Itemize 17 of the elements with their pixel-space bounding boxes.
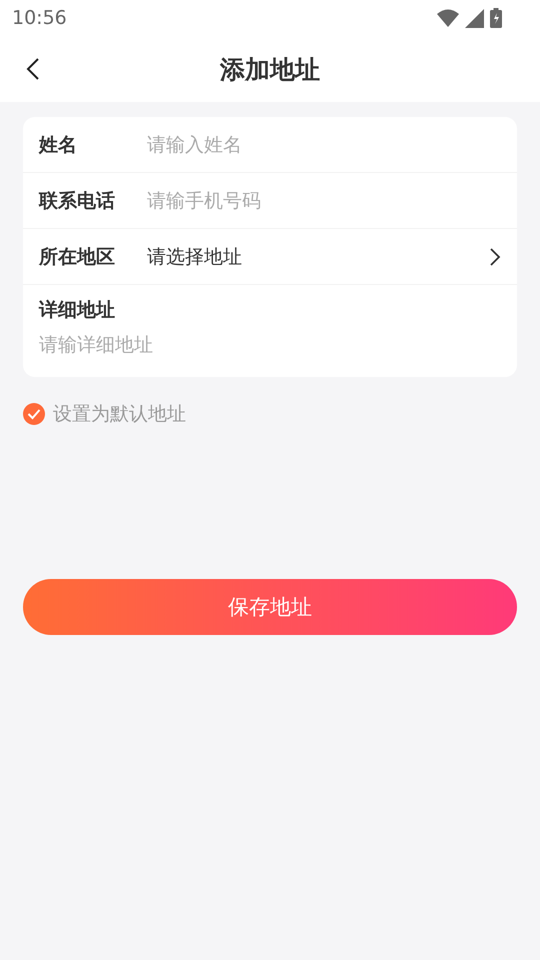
- field-label: 详细地址: [39, 298, 116, 323]
- field-label: 姓名: [39, 132, 78, 158]
- picker-value: 请选择地址: [147, 244, 243, 270]
- battery-icon: [490, 8, 502, 28]
- input-field[interactable]: 请输入姓名: [147, 134, 501, 156]
- field-label: 所在地区: [39, 244, 116, 270]
- region-picker[interactable]: 所在地区 请选择地址: [23, 229, 517, 285]
- checkbox[interactable]: [23, 403, 45, 425]
- chevron-right-icon: [489, 246, 501, 266]
- checkbox-label: 设置为默认地址: [53, 402, 186, 427]
- page-title: 添加地址: [220, 54, 320, 86]
- input-field[interactable]: 请输手机号码: [147, 190, 501, 212]
- field-label: 联系电话: [39, 188, 116, 214]
- wifi-icon: [437, 9, 459, 27]
- signal-icon: [465, 8, 484, 28]
- status-time: 10:56: [12, 7, 67, 29]
- input-field[interactable]: 请输详细地址: [39, 331, 501, 359]
